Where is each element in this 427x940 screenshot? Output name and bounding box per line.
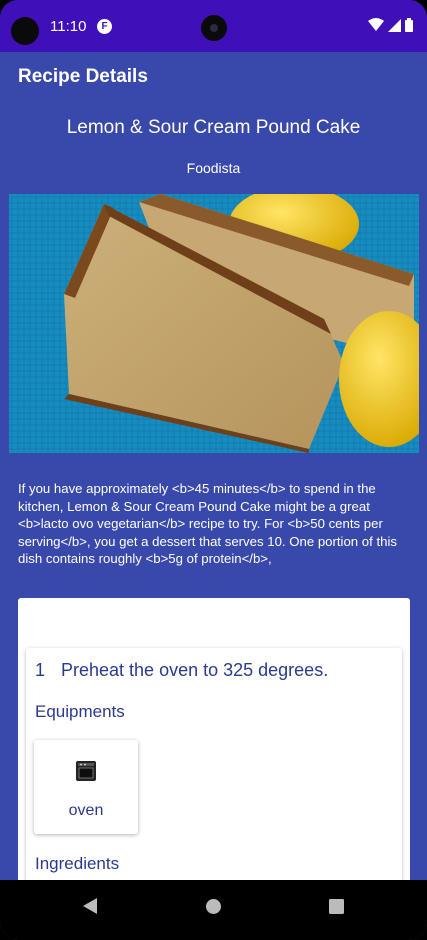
recipe-title: Lemon & Sour Cream Pound Cake [66, 117, 361, 138]
back-icon[interactable] [83, 898, 97, 914]
signal-icon [388, 18, 401, 32]
page-title: Recipe Details [18, 66, 148, 87]
step-card[interactable]: 1 Preheat the oven to 325 degrees. Equip… [26, 648, 402, 898]
equipments-label: Equipments [35, 702, 125, 721]
equipment-item-oven[interactable]: oven [34, 740, 138, 834]
wifi-icon [368, 18, 384, 31]
status-time: 11:10 [50, 18, 87, 35]
front-camera [201, 15, 227, 41]
home-icon[interactable] [206, 899, 221, 914]
navigation-bar [0, 880, 427, 940]
battery-icon [405, 18, 413, 32]
step-number: 1 [35, 660, 46, 680]
recipe-summary: If you have approximately <b>45 minutes<… [18, 481, 397, 566]
ingredients-label: Ingredients [35, 854, 120, 873]
app-screen: 11:10 F Recipe Details Lemon & Sour Crea… [0, 0, 427, 940]
recents-icon[interactable] [329, 899, 344, 914]
status-bar: 11:10 F [0, 0, 427, 52]
instructions-card[interactable]: 1 Preheat the oven to 325 degrees. Equip… [18, 598, 410, 898]
notification-icon: F [97, 19, 112, 34]
system-icons [368, 18, 413, 32]
recipe-source: Foodista [186, 160, 241, 176]
camera-cutout [11, 17, 39, 45]
recipe-image [9, 194, 419, 453]
equipment-name: oven [68, 802, 104, 819]
step-text: Preheat the oven to 325 degrees. [61, 660, 329, 680]
oven-icon [76, 761, 96, 781]
